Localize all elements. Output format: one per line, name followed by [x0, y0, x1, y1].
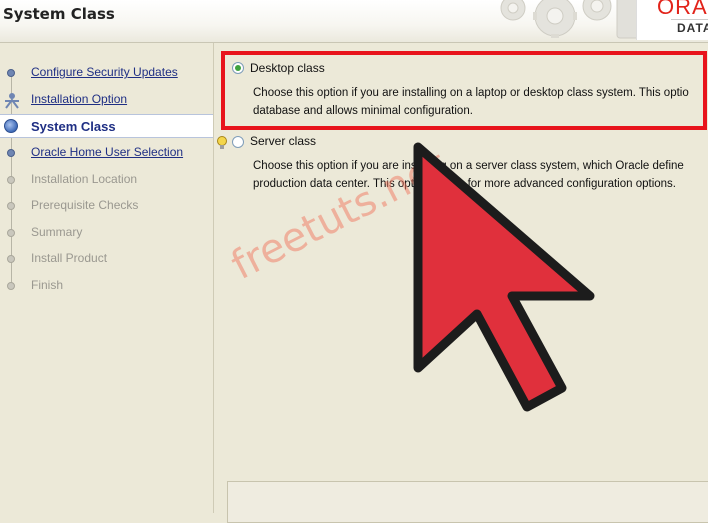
brand-subtitle: DATABASE: [677, 21, 708, 35]
main-content: Desktop class Choose this option if you …: [215, 43, 708, 523]
gears-icon: [500, 0, 644, 39]
step-label: Installation Option: [31, 92, 128, 106]
lightbulb-icon: [217, 136, 227, 149]
person-icon: [5, 93, 19, 109]
step-completed-icon: [7, 69, 15, 77]
oracle-logo: ORACLE DATABASE: [636, 0, 708, 40]
step-installation-option[interactable]: Installation Option: [0, 89, 214, 111]
step-prerequisite-checks: Prerequisite Checks: [0, 195, 214, 217]
step-label: Install Product: [31, 251, 108, 265]
description-line: Choose this option if you are installing…: [253, 160, 684, 172]
step-label: Finish: [31, 278, 64, 292]
message-panel: [227, 481, 708, 523]
step-system-class[interactable]: System Class: [0, 114, 214, 138]
step-current-icon: [4, 119, 18, 133]
step-pending-icon: [7, 255, 15, 263]
brand-name: ORACLE: [657, 0, 708, 19]
server-class-radio[interactable]: [232, 136, 244, 148]
step-label: System Class: [31, 119, 116, 134]
step-label: Oracle Home User Selection: [31, 145, 184, 159]
step-finish: Finish: [0, 275, 214, 297]
page-title: System Class: [3, 5, 115, 23]
step-label: Configure Security Updates: [31, 65, 178, 79]
steps-sidebar: Configure Security Updates Installation …: [0, 43, 214, 513]
step-installation-location: Installation Location: [0, 169, 214, 191]
step-pending-icon: [7, 229, 15, 237]
step-label: Prerequisite Checks: [31, 198, 139, 212]
step-label: Summary: [31, 225, 83, 239]
highlight-box: [221, 51, 707, 130]
server-class-label[interactable]: Server class: [250, 134, 316, 148]
header-bar: System Class ORACLE DATABASE: [0, 0, 708, 43]
step-completed-icon: [7, 149, 15, 157]
step-oracle-home-user-selection[interactable]: Oracle Home User Selection: [0, 142, 214, 164]
step-pending-icon: [7, 176, 15, 184]
description-line: production data center. This option allo…: [253, 178, 676, 190]
step-configure-security-updates[interactable]: Configure Security Updates: [0, 62, 214, 84]
step-install-product: Install Product: [0, 248, 214, 270]
step-summary: Summary: [0, 222, 214, 244]
server-class-description: Choose this option if you are installing…: [253, 157, 708, 193]
step-pending-icon: [7, 282, 15, 290]
step-pending-icon: [7, 202, 15, 210]
brand-divider: [671, 19, 708, 20]
step-label: Installation Location: [31, 172, 138, 186]
